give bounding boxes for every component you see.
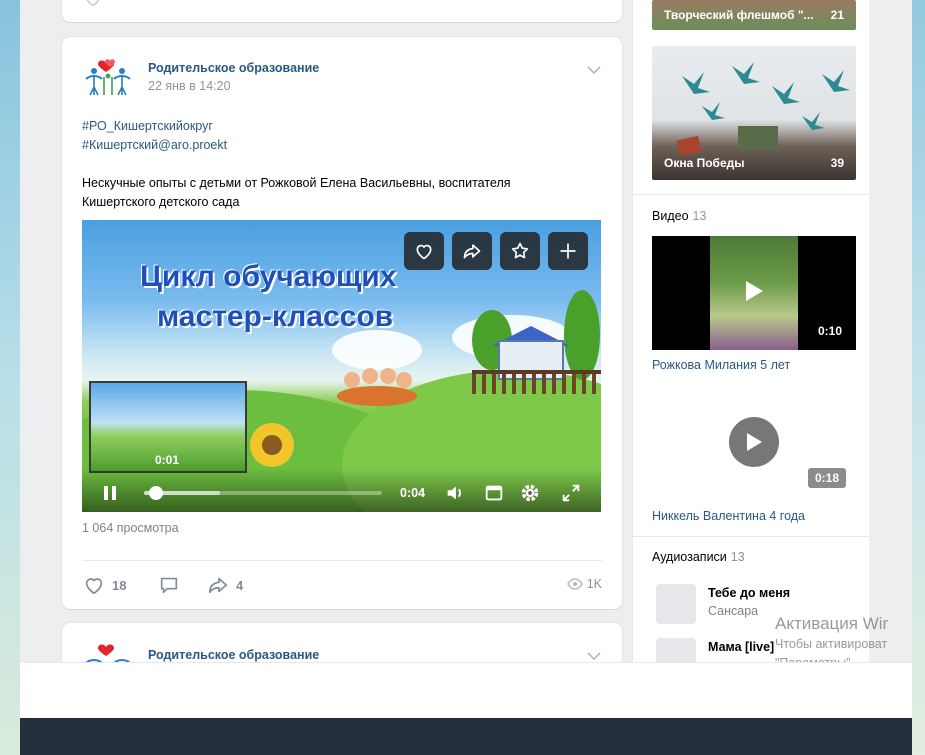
plus-icon [560,243,576,259]
heart-icon [416,244,432,260]
previous-post-card [62,0,622,22]
next-post-card: Родительское образование [62,623,622,662]
album-count: 21 [830,8,844,22]
comment-button[interactable] [158,573,186,597]
audio-cover[interactable] [656,638,696,662]
video-title-line2: мастер-классов [157,300,394,333]
chevron-down-icon[interactable] [586,65,602,75]
section-count: 13 [692,209,707,223]
play-icon [746,281,763,301]
section-title: Аудиозаписи [652,550,727,564]
bottom-panel [20,662,912,718]
like-count: 18 [112,577,127,593]
like-button[interactable]: 18 [82,573,126,597]
post-card: Родительское образование 22 янв в 14:20 … [62,37,622,609]
community-logo[interactable] [82,57,134,97]
audio-title: Мама [live] [708,640,775,654]
video-sunflower [250,423,294,467]
desktop-background-left [0,0,20,755]
post-hashtags: #РО_Кишертскийокруг #Кишертский@aro.proe… [82,117,227,155]
album-count: 39 [830,156,844,170]
album-card[interactable]: Окна Победы 39 [652,46,856,180]
post-author[interactable]: Родительское образование [148,61,319,75]
video-like-button[interactable] [404,232,444,270]
preview-time: 0:01 [155,453,180,467]
video-share-button[interactable] [452,232,492,270]
taskbar [20,718,912,755]
post-date[interactable]: 22 янв в 14:20 [148,79,231,93]
view-counter: 1K [566,577,602,591]
video-title-link[interactable]: Никкель Валентина 4 года [652,509,805,523]
video-progress-bar[interactable] [144,486,382,500]
audio-cover[interactable] [656,584,696,624]
video-add-button[interactable] [548,232,588,270]
hashtag-link[interactable]: #Кишертский@aro.proekt [82,136,227,155]
audio-section-title[interactable]: Аудиозаписи 13 [652,550,745,564]
video-thumbnail[interactable]: 0:10 [652,236,856,350]
videos-section-title[interactable]: Видео 13 [652,209,706,223]
eye-icon [566,578,583,590]
section-count: 13 [730,550,745,564]
divider [82,560,602,561]
audio-artist[interactable]: Сансара [708,604,758,618]
watermark-line1: Активация Wir [775,614,889,633]
sidebar: Творческий флешмоб "... 21 Окна Победы 3… [632,0,870,662]
section-title: Видео [652,209,689,223]
gear-icon[interactable] [519,482,541,504]
miniplayer-icon[interactable] [483,482,505,504]
volume-icon[interactable] [444,482,466,504]
album-caption: Творческий флешмоб "... [664,8,814,22]
comment-icon [160,577,178,594]
chevron-down-icon[interactable] [586,651,602,661]
post-author[interactable]: Родительское образование [148,648,319,662]
audio-title: Тебе до меня [708,586,791,600]
play-button[interactable] [729,417,779,467]
video-duration: 0:10 [817,324,842,338]
post-header: Родительское образование 22 янв в 14:20 [82,57,602,97]
video-fence [472,370,601,394]
video-controls: 0:04 [82,468,601,512]
community-logo[interactable] [82,641,134,662]
share-icon [463,244,481,259]
video-children-figure [337,368,417,406]
video-progress-knob[interactable] [148,486,163,500]
share-button[interactable]: 4 [206,573,243,597]
video-player[interactable]: Цикл обучающих мастер-классов 0:01 0:04 [82,220,601,512]
fullscreen-icon[interactable] [560,482,582,504]
play-icon [747,433,762,451]
share-icon [208,577,228,594]
video-scrub-preview: 0:01 [89,381,247,473]
album-card[interactable]: Творческий флешмоб "... 21 [652,0,856,30]
watermark-line2: Чтобы активироват [775,637,888,651]
star-icon [511,242,529,259]
video-thumbnail[interactable]: 0:18 [652,384,856,498]
hashtag-link[interactable]: #РО_Кишертскийокруг [82,117,227,136]
video-views: 1 064 просмотра [82,521,179,535]
post-text: Нескучные опыты с детьми от Рожковой Еле… [82,176,511,209]
video-title-link[interactable]: Рожкова Милания 5 лет [652,358,790,372]
pause-icon[interactable] [104,486,117,500]
like-icon[interactable] [82,0,104,8]
heart-icon [85,578,103,595]
album-caption: Окна Победы [664,156,745,170]
post-actions: 18 4 1K [82,573,602,597]
divider [633,536,870,537]
video-favorite-button[interactable] [500,232,540,270]
share-count: 4 [236,577,244,593]
desktop-background-right [912,0,925,755]
video-current-time: 0:04 [400,486,426,500]
view-count: 1K [586,577,602,591]
feed-page: Родительское образование 22 янв в 14:20 … [20,0,912,662]
video-title-line1: Цикл обучающих [140,260,397,293]
divider [633,194,870,195]
video-duration: 0:18 [807,468,846,488]
